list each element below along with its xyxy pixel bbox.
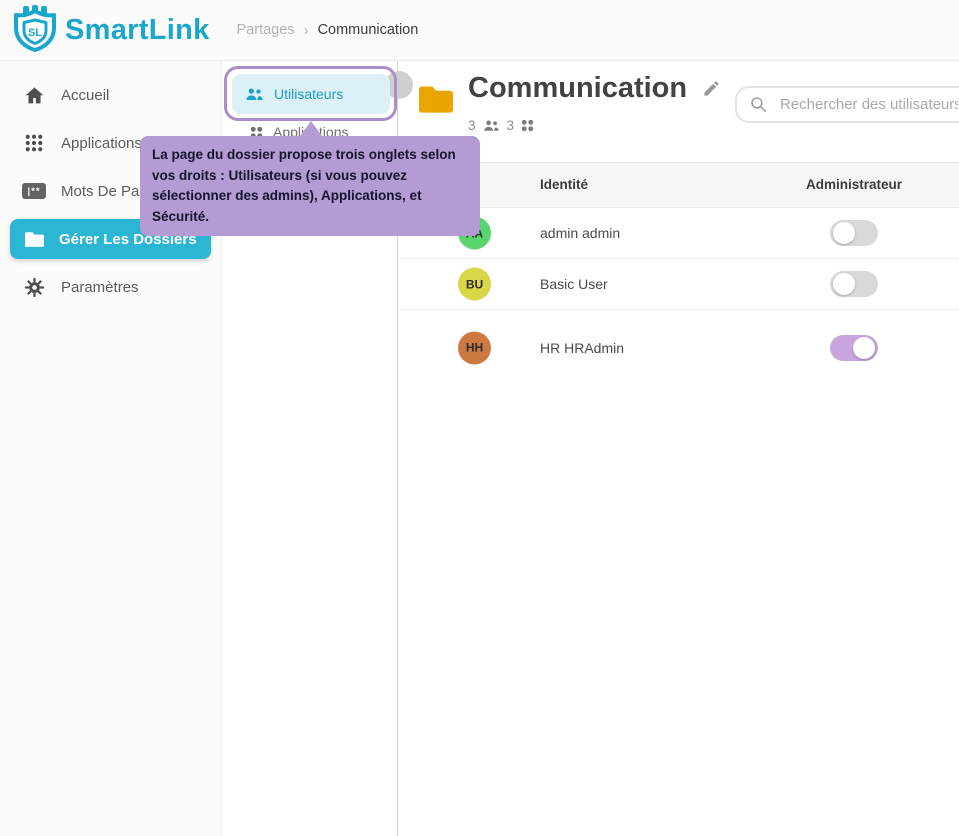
tab-utilisateurs[interactable]: Utilisateurs <box>232 74 390 114</box>
tooltip-text: La page du dossier propose trois onglets… <box>152 147 456 224</box>
tooltip-arrow-icon <box>300 121 322 136</box>
sidebar-item-accueil[interactable]: Accueil <box>0 71 221 119</box>
admin-toggle[interactable] <box>830 271 878 297</box>
tour-tooltip: La page du dossier propose trois onglets… <box>140 136 480 236</box>
user-name: HR HRAdmin <box>540 340 624 356</box>
admin-toggle[interactable] <box>830 335 878 361</box>
folder-title-row: Communication <box>468 72 721 105</box>
sidebar-item-label: Accueil <box>61 87 109 104</box>
toggle-knob <box>833 222 855 244</box>
toggle-knob <box>853 337 875 359</box>
svg-text:SL: SL <box>28 27 42 39</box>
brand-link[interactable]: SL SmartLink <box>8 5 210 55</box>
gear-icon <box>22 277 46 298</box>
column-header-identite: Identité <box>540 177 588 192</box>
search-input[interactable] <box>778 95 959 114</box>
apps-grid-icon <box>22 133 46 153</box>
search-icon <box>749 95 768 114</box>
table-header: Identité Administrateur <box>398 162 959 208</box>
admin-toggle[interactable] <box>830 220 878 246</box>
edit-title-button[interactable] <box>702 79 721 98</box>
folder-stats: 3 3 <box>468 118 534 133</box>
column-header-administrateur: Administrateur <box>806 177 902 192</box>
table-row: AA admin admin <box>398 208 959 259</box>
password-icon: |** <box>22 183 46 199</box>
table-row: BU Basic User <box>398 259 959 310</box>
top-bar: SL SmartLink Partages › Communication <box>0 0 959 61</box>
users-count: 3 <box>468 118 476 133</box>
toggle-knob <box>833 273 855 295</box>
home-icon <box>22 85 46 106</box>
app-window: SL SmartLink Partages › Communication Ac… <box>0 0 959 836</box>
tab-label: Utilisateurs <box>274 86 343 102</box>
user-name: admin admin <box>540 225 620 241</box>
breadcrumb-current: Communication <box>318 22 419 38</box>
breadcrumb-parent[interactable]: Partages <box>237 22 295 38</box>
search-box <box>735 86 959 123</box>
apps-count-icon <box>521 119 534 132</box>
apps-count: 3 <box>507 118 515 133</box>
users-table: AA admin admin BU Basic User HH HR HRAdm… <box>398 208 959 385</box>
main-content: Communication 3 3 <box>398 61 959 836</box>
folder-icon-large <box>419 84 453 118</box>
table-row: HH HR HRAdmin <box>398 310 959 385</box>
breadcrumb: Partages › Communication <box>237 22 419 39</box>
sidebar-item-label: Applications <box>61 135 142 152</box>
breadcrumb-separator-icon: › <box>304 22 309 39</box>
sidebar-item-parametres[interactable]: Paramètres <box>0 263 221 311</box>
sidebar-item-label: Paramètres <box>61 279 139 296</box>
folder-icon <box>22 231 46 247</box>
users-icon <box>245 87 264 101</box>
avatar: HH <box>458 331 491 364</box>
brand-name: SmartLink <box>65 14 210 47</box>
pencil-icon <box>702 79 721 98</box>
page-title: Communication <box>468 72 687 105</box>
user-name: Basic User <box>540 276 608 292</box>
users-count-icon <box>483 119 500 132</box>
avatar: BU <box>458 268 491 301</box>
smartlink-shield-logo-icon: SL <box>8 5 62 55</box>
